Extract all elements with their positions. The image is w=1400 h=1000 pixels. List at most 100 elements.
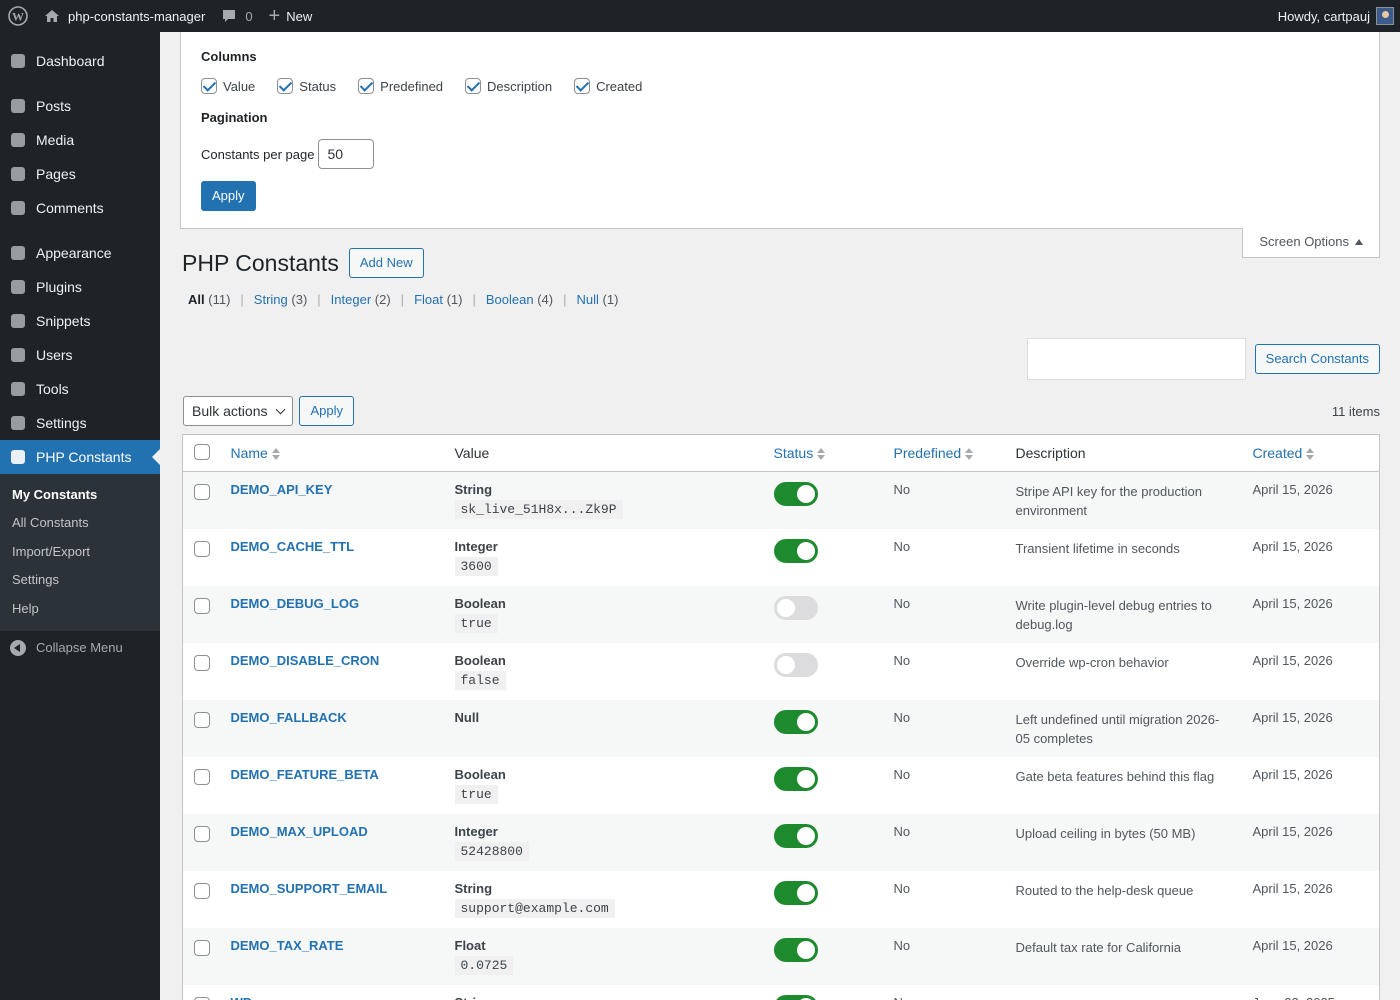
column-toggle-predefined[interactable]: Predefined <box>358 78 443 94</box>
column-toggle-created[interactable]: Created <box>574 78 642 94</box>
bulk-actions-select[interactable]: Bulk actions <box>183 396 294 426</box>
created-date: April 15, 2026 <box>1252 880 1333 896</box>
comments-link[interactable]: 0 <box>213 0 260 32</box>
constant-name-link[interactable]: DEMO_FALLBACK <box>231 710 347 725</box>
row-checkbox[interactable] <box>194 939 210 956</box>
per-page-input[interactable] <box>318 139 375 169</box>
add-new-button[interactable]: Add New <box>348 248 424 278</box>
screen-options-panel: Columns Value Status Predefined Description… <box>180 32 1380 229</box>
sidebar-item-tools[interactable]: Tools <box>0 372 160 406</box>
status-toggle[interactable] <box>773 538 818 563</box>
status-toggle[interactable] <box>773 709 818 734</box>
sidebar-item-pages[interactable]: Pages <box>0 157 160 191</box>
sidebar-item-snippets[interactable]: Snippets <box>0 304 160 338</box>
status-toggle[interactable] <box>773 823 818 848</box>
filter-float[interactable]: Float (1) <box>414 292 462 307</box>
status-toggle[interactable] <box>773 766 818 791</box>
predefined-value: No <box>893 652 911 668</box>
constant-name-link[interactable]: WP_ <box>231 995 259 1000</box>
plus-icon: + <box>268 5 281 27</box>
column-created-header[interactable]: Created <box>1242 434 1380 472</box>
row-checkbox[interactable] <box>194 597 210 614</box>
submenu-item-my-constants[interactable]: My Constants <box>0 481 160 509</box>
sidebar-item-plugins[interactable]: Plugins <box>0 270 160 304</box>
pagination-heading: Pagination <box>201 110 268 125</box>
row-checkbox[interactable] <box>194 484 210 500</box>
sidebar-item-dashboard[interactable]: Dashboard <box>0 44 160 78</box>
column-name-header[interactable]: Name <box>220 434 445 472</box>
sidebar-item-posts[interactable]: Posts <box>0 89 160 123</box>
column-predefined-header[interactable]: Predefined <box>883 434 1006 472</box>
sidebar-item-label: Posts <box>36 98 72 114</box>
wordpress-logo-icon[interactable]: W <box>0 0 36 32</box>
constant-name-link[interactable]: DEMO_DEBUG_LOG <box>231 596 360 611</box>
new-content-link[interactable]: + New <box>261 0 321 32</box>
main-content: Columns Value Status Predefined Description… <box>180 32 1380 1000</box>
collapse-menu-button[interactable]: Collapse Menu <box>0 631 160 665</box>
avatar <box>1376 7 1394 25</box>
filter-integer[interactable]: Integer (2) <box>331 292 391 307</box>
predefined-value: No <box>893 482 911 497</box>
screen-options-toggle[interactable]: Screen Options <box>1242 228 1380 258</box>
constant-name-link[interactable]: DEMO_CACHE_TTL <box>231 539 355 554</box>
search-input[interactable] <box>1026 338 1246 380</box>
page-title: PHP Constants <box>182 249 339 276</box>
my-account[interactable]: Howdy, cartpauj <box>1270 0 1400 32</box>
column-toggle-status[interactable]: Status <box>277 78 336 94</box>
constant-name-link[interactable]: DEMO_API_KEY <box>231 482 333 497</box>
site-name-link[interactable]: php-constants-manager <box>36 0 213 32</box>
status-toggle[interactable] <box>773 994 818 1000</box>
column-description-header: Description <box>1005 434 1243 472</box>
column-toggle-value[interactable]: Value <box>201 78 255 94</box>
filter-string[interactable]: String (3) <box>254 292 307 307</box>
checkbox[interactable] <box>465 78 482 94</box>
constant-name-link[interactable]: DEMO_SUPPORT_EMAIL <box>231 881 388 896</box>
greeting: Howdy, cartpauj <box>1277 8 1370 24</box>
filter-all[interactable]: All (11) <box>188 292 230 307</box>
constant-name-link[interactable]: DEMO_DISABLE_CRON <box>231 653 380 668</box>
sidebar-item-php-constants[interactable]: PHP Constants <box>0 440 160 474</box>
row-checkbox[interactable] <box>194 996 210 1000</box>
constant-name-link[interactable]: DEMO_FEATURE_BETA <box>231 767 379 782</box>
row-checkbox[interactable] <box>194 768 210 785</box>
filter-null[interactable]: Null (1) <box>577 292 619 307</box>
status-toggle[interactable] <box>773 937 818 962</box>
row-checkbox[interactable] <box>194 882 210 899</box>
column-toggle-description[interactable]: Description <box>465 78 552 94</box>
value-type: Null <box>454 709 480 725</box>
checkbox[interactable] <box>358 78 375 94</box>
sidebar-item-comments[interactable]: Comments <box>0 191 160 225</box>
checkbox[interactable] <box>277 78 294 94</box>
screen-options-apply-button[interactable]: Apply <box>201 181 256 211</box>
checkbox[interactable] <box>574 78 591 94</box>
submenu-item-settings[interactable]: Settings <box>0 566 160 594</box>
value-code: 52428800 <box>454 841 529 861</box>
column-status-header[interactable]: Status <box>763 434 884 472</box>
search-button[interactable]: Search Constants <box>1254 344 1380 374</box>
status-toggle[interactable] <box>773 652 818 677</box>
select-all-checkbox[interactable] <box>194 443 210 460</box>
row-checkbox[interactable] <box>194 654 210 671</box>
table-row: DEMO_CACHE_TTL Integer 3600 No Transient lif… <box>183 529 1380 586</box>
row-checkbox[interactable] <box>194 711 210 728</box>
filter-boolean[interactable]: Boolean (4) <box>486 292 553 307</box>
submenu-item-help[interactable]: Help <box>0 595 160 623</box>
sidebar-item-media[interactable]: Media <box>0 123 160 157</box>
bulk-apply-button[interactable]: Apply <box>299 396 355 426</box>
row-checkbox[interactable] <box>194 540 210 557</box>
constant-name-link[interactable]: DEMO_MAX_UPLOAD <box>231 824 368 839</box>
sidebar-item-settings[interactable]: Settings <box>0 406 160 440</box>
checkbox[interactable] <box>201 78 217 94</box>
sidebar-item-users[interactable]: Users <box>0 338 160 372</box>
status-toggle[interactable] <box>773 482 818 506</box>
submenu-item-import-export[interactable]: Import/Export <box>0 538 160 566</box>
sidebar-item-label: Plugins <box>36 279 82 295</box>
predefined-value: No <box>893 595 911 611</box>
submenu-item-all-constants[interactable]: All Constants <box>0 509 160 537</box>
status-toggle[interactable] <box>773 595 818 620</box>
site-name: php-constants-manager <box>68 8 206 24</box>
constant-name-link[interactable]: DEMO_TAX_RATE <box>231 938 344 953</box>
status-toggle[interactable] <box>773 880 818 905</box>
row-checkbox[interactable] <box>194 825 210 842</box>
sidebar-item-appearance[interactable]: Appearance <box>0 236 160 270</box>
